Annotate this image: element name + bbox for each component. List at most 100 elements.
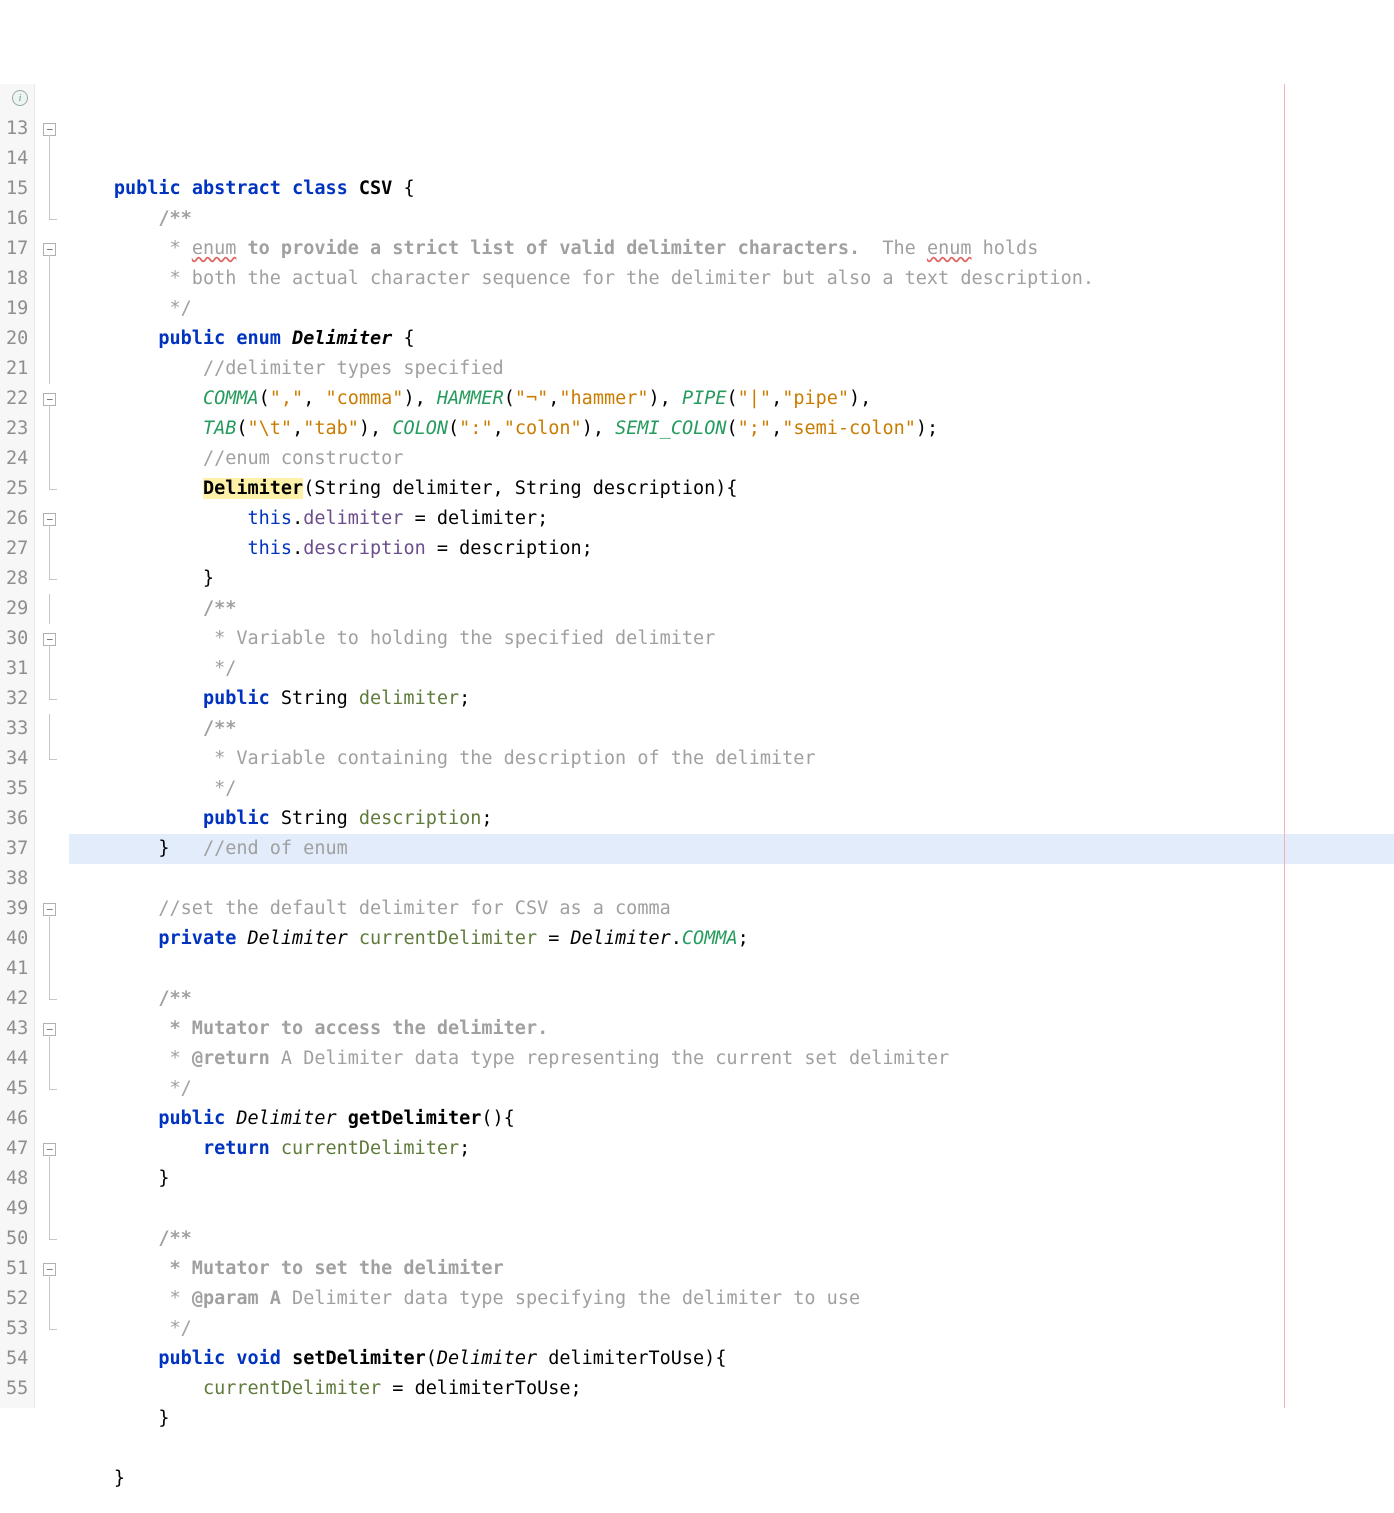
line-number[interactable]: 26 <box>6 504 28 534</box>
line-number[interactable]: 52 <box>6 1284 28 1314</box>
fold-column[interactable]: − − − − − − − − − <box>35 84 69 1408</box>
fold-toggle-icon[interactable]: − <box>43 1263 56 1276</box>
code-line[interactable]: public enum Delimiter { <box>69 324 1394 354</box>
code-line[interactable]: } <box>69 564 1394 594</box>
line-number[interactable]: 45 <box>6 1074 28 1104</box>
line-number[interactable]: 23 <box>6 414 28 444</box>
line-number[interactable]: 35 <box>6 774 28 804</box>
line-number[interactable]: 33 <box>6 714 28 744</box>
code-line[interactable]: */ <box>69 654 1394 684</box>
code-line[interactable]: public abstract class CSV { <box>69 174 1394 204</box>
line-number[interactable]: 44 <box>6 1044 28 1074</box>
code-line[interactable]: /** <box>69 714 1394 744</box>
code-line[interactable]: this.delimiter = delimiter; <box>69 504 1394 534</box>
override-gutter-icon[interactable]: i <box>12 90 28 106</box>
line-number[interactable]: 43 <box>6 1014 28 1044</box>
line-number[interactable]: 27 <box>6 534 28 564</box>
code-line[interactable]: * Mutator to access the delimiter. <box>69 1014 1394 1044</box>
line-number[interactable]: 18 <box>6 264 28 294</box>
fold-toggle-icon[interactable]: − <box>43 903 56 916</box>
code-line[interactable]: this.description = description; <box>69 534 1394 564</box>
code-line[interactable]: */ <box>69 294 1394 324</box>
line-number[interactable]: 22 <box>6 384 28 414</box>
code-line[interactable] <box>69 1434 1394 1464</box>
line-number[interactable]: 13 <box>6 114 28 144</box>
code-line[interactable]: * Variable to holding the specified deli… <box>69 624 1394 654</box>
code-line[interactable]: TAB("\t","tab"), COLON(":","colon"), SEM… <box>69 414 1394 444</box>
line-number[interactable]: 54 <box>6 1344 28 1374</box>
line-number[interactable]: 32 <box>6 684 28 714</box>
code-line[interactable]: public String description; <box>69 804 1394 834</box>
code-line[interactable]: //delimiter types specified <box>69 354 1394 384</box>
line-number[interactable]: 19 <box>6 294 28 324</box>
line-number[interactable]: 49 <box>6 1194 28 1224</box>
line-number[interactable]: 30 <box>6 624 28 654</box>
code-line[interactable]: * Mutator to set the delimiter <box>69 1254 1394 1284</box>
line-number[interactable]: i <box>6 84 28 114</box>
code-line[interactable]: public void setDelimiter(Delimiter delim… <box>69 1344 1394 1374</box>
code-line[interactable] <box>69 1194 1394 1224</box>
code-line[interactable]: */ <box>69 774 1394 804</box>
code-line[interactable] <box>69 864 1394 894</box>
fold-toggle-icon[interactable]: − <box>43 123 56 136</box>
code-line[interactable]: } <box>69 1164 1394 1194</box>
line-number[interactable]: 38 <box>6 864 28 894</box>
code-area[interactable]: public abstract class CSV { /** * enum t… <box>69 84 1394 1408</box>
code-line[interactable]: */ <box>69 1314 1394 1344</box>
code-line[interactable]: */ <box>69 1074 1394 1104</box>
code-line[interactable]: * both the actual character sequence for… <box>69 264 1394 294</box>
line-number[interactable]: 29 <box>6 594 28 624</box>
code-line[interactable]: private Delimiter currentDelimiter = Del… <box>69 924 1394 954</box>
code-line[interactable]: COMMA(",", "comma"), HAMMER("¬","hammer"… <box>69 384 1394 414</box>
line-number[interactable]: 36 <box>6 804 28 834</box>
code-line[interactable]: return currentDelimiter; <box>69 1134 1394 1164</box>
line-number[interactable]: 25 <box>6 474 28 504</box>
line-number-gutter[interactable]: i 13141516171819202122232425262728293031… <box>0 84 35 1408</box>
code-line[interactable]: /** <box>69 1224 1394 1254</box>
line-number[interactable]: 20 <box>6 324 28 354</box>
code-line[interactable]: public Delimiter getDelimiter(){ <box>69 1104 1394 1134</box>
line-number[interactable]: 47 <box>6 1134 28 1164</box>
code-line[interactable]: * Variable containing the description of… <box>69 744 1394 774</box>
line-number[interactable]: 53 <box>6 1314 28 1344</box>
line-number[interactable]: 50 <box>6 1224 28 1254</box>
line-number[interactable]: 15 <box>6 174 28 204</box>
line-number[interactable]: 14 <box>6 144 28 174</box>
line-number[interactable]: 21 <box>6 354 28 384</box>
code-line[interactable]: /** <box>69 204 1394 234</box>
line-number[interactable]: 39 <box>6 894 28 924</box>
code-line[interactable]: Delimiter(String delimiter, String descr… <box>69 474 1394 504</box>
line-number[interactable]: 51 <box>6 1254 28 1284</box>
line-number[interactable]: 37 <box>6 834 28 864</box>
code-line[interactable]: } <box>69 1464 1394 1494</box>
line-number[interactable]: 55 <box>6 1374 28 1404</box>
fold-toggle-icon[interactable]: − <box>43 1143 56 1156</box>
fold-toggle-icon[interactable]: − <box>43 243 56 256</box>
line-number[interactable]: 16 <box>6 204 28 234</box>
fold-toggle-icon[interactable]: − <box>43 513 56 526</box>
fold-toggle-icon[interactable]: − <box>43 393 56 406</box>
line-number[interactable]: 48 <box>6 1164 28 1194</box>
line-number[interactable]: 17 <box>6 234 28 264</box>
line-number[interactable]: 28 <box>6 564 28 594</box>
line-number[interactable]: 34 <box>6 744 28 774</box>
code-line[interactable]: public String delimiter; <box>69 684 1394 714</box>
line-number[interactable]: 24 <box>6 444 28 474</box>
line-number[interactable]: 42 <box>6 984 28 1014</box>
code-line[interactable]: * enum to provide a strict list of valid… <box>69 234 1394 264</box>
code-line[interactable]: //set the default delimiter for CSV as a… <box>69 894 1394 924</box>
code-line[interactable]: /** <box>69 984 1394 1014</box>
line-number[interactable]: 40 <box>6 924 28 954</box>
fold-toggle-icon[interactable]: − <box>43 1023 56 1036</box>
code-line[interactable]: currentDelimiter = delimiterToUse; <box>69 1374 1394 1404</box>
code-line[interactable]: } <box>69 1404 1394 1434</box>
code-line[interactable]: * @param A Delimiter data type specifyin… <box>69 1284 1394 1314</box>
code-line[interactable]: /** <box>69 594 1394 624</box>
fold-toggle-icon[interactable]: − <box>43 633 56 646</box>
code-line[interactable]: //enum constructor <box>69 444 1394 474</box>
line-number[interactable]: 31 <box>6 654 28 684</box>
code-line[interactable] <box>69 954 1394 984</box>
line-number[interactable]: 41 <box>6 954 28 984</box>
code-line[interactable]: } //end of enum <box>69 834 1394 864</box>
line-number[interactable]: 46 <box>6 1104 28 1134</box>
